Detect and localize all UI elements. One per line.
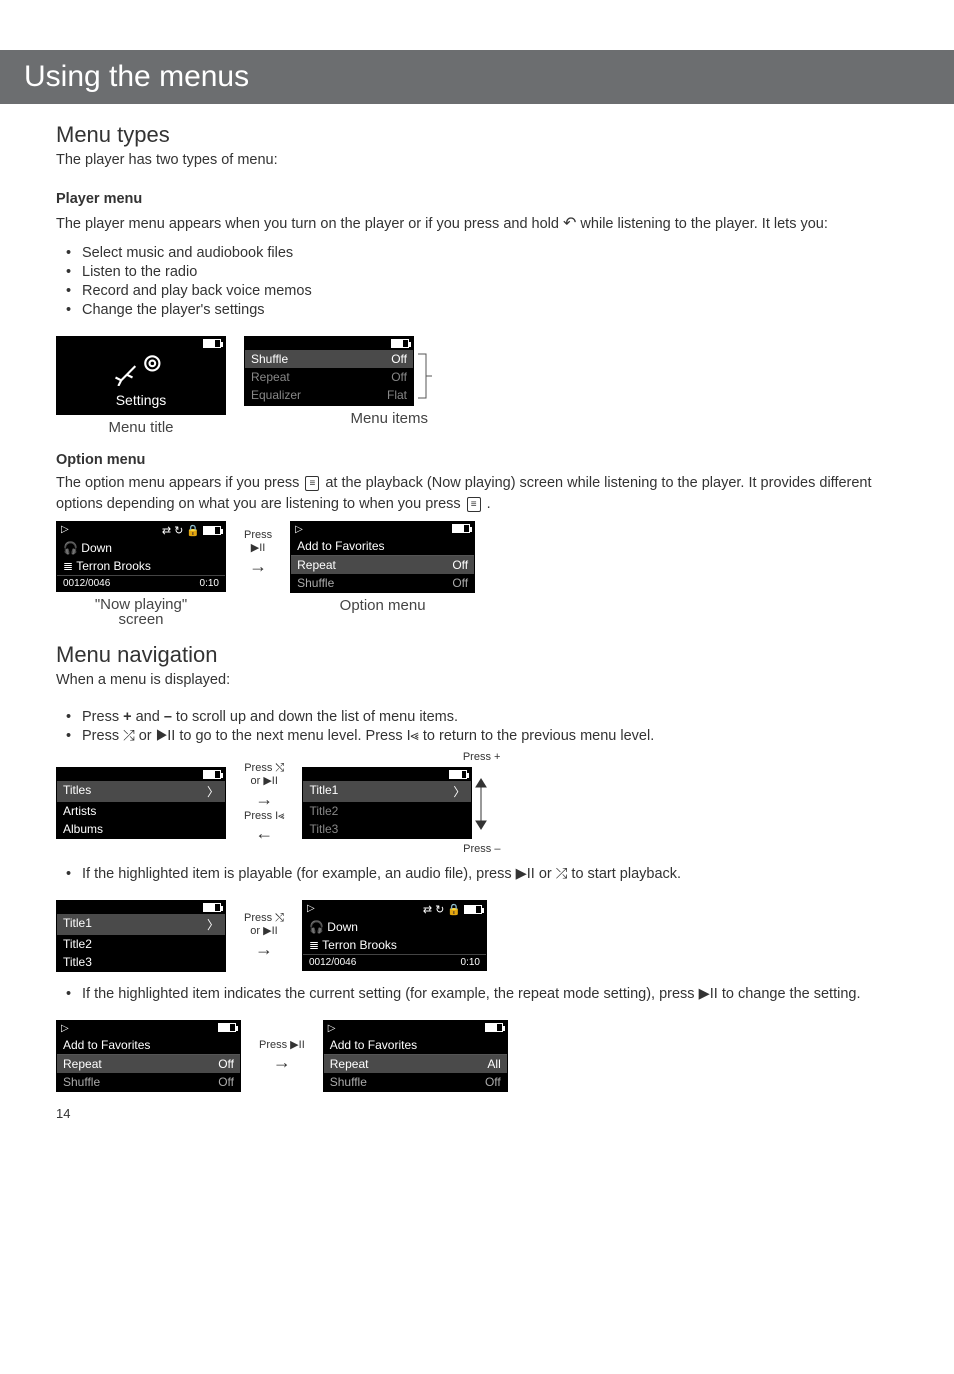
press-fwd-label2: Press ⤭or ▶II: [244, 912, 284, 938]
lcd-setting-before: ▷ Add to Favorites RepeatOff ShuffleOff: [56, 1020, 241, 1092]
player-menu-title: Player menu: [56, 189, 898, 210]
lcd-level1: Titles〉 Artists Albums: [56, 767, 226, 839]
menu-types-intro: The player has two types of menu:: [56, 150, 898, 171]
press-play-label: Press▶II: [244, 529, 272, 555]
battery-icon: [203, 770, 221, 779]
lcd-menu-items: ShuffleOff RepeatOff EqualizerFlat: [244, 336, 414, 406]
undo-icon: ↶: [563, 215, 576, 232]
option-menu-title: Option menu: [56, 450, 898, 471]
lcd-option-menu: ▷ Add to Favorites RepeatOff ShuffleOff: [290, 521, 475, 593]
updown-arrow-icon: [472, 767, 490, 837]
list-icon: ≣: [63, 559, 73, 573]
nav-bullet-2: Press ⤮ or ▶II to go to the next menu le…: [56, 728, 898, 744]
press-plus-label: Press +: [463, 751, 501, 763]
headphones-icon: 🎧: [309, 920, 324, 934]
battery-icon: [485, 1023, 503, 1032]
lcd-settings-caption: Menu title: [108, 419, 173, 436]
page-header: Using the menus: [0, 50, 954, 104]
nav-bullet-3: If the highlighted item is playable (for…: [56, 866, 898, 882]
play-pause-icon: ▶II: [156, 728, 176, 744]
lock-icon: 🔒: [186, 524, 200, 537]
arrow-right-icon: [255, 939, 273, 960]
battery-icon: [203, 903, 221, 912]
skip-back-icon: I⪡: [407, 728, 419, 744]
nav-bullet-1: Press + and – to scroll up and down the …: [56, 709, 898, 725]
lcd-now-playing: ▷ ⇄↻🔒 🎧 Down ≣ Terron Brooks 0012/00460:…: [56, 521, 226, 592]
battery-icon: [391, 339, 409, 348]
lcd-titles: Title1〉 Title2 Title3: [56, 900, 226, 972]
battery-icon: [464, 905, 482, 914]
play-outline-icon: ▷: [328, 1023, 336, 1034]
press-play-label2: Press ▶II: [259, 1039, 305, 1052]
battery-icon: [449, 770, 467, 779]
chevron-right-icon: 〉: [453, 783, 465, 800]
menu-types-heading: Menu types: [56, 122, 898, 148]
bullet-item: Record and play back voice memos: [56, 283, 898, 299]
page-number: 14: [56, 1106, 954, 1121]
play-outline-icon: ▷: [61, 524, 69, 537]
press-fwd-label: Press ⤭or ▶II: [244, 762, 284, 788]
player-menu-desc: The player menu appears when you turn on…: [56, 212, 898, 235]
player-menu-bullets: Select music and audiobook files Listen …: [56, 245, 898, 318]
menu-list-icon: ≡: [467, 497, 481, 512]
menu-nav-intro: When a menu is displayed:: [56, 670, 898, 691]
bullet-item: Listen to the radio: [56, 264, 898, 280]
repeat-icon: ↻: [435, 903, 444, 916]
menu-nav-heading: Menu navigation: [56, 642, 898, 668]
option-menu-desc: The option menu appears if you press ≡ a…: [56, 473, 898, 515]
lcd-settings: Settings: [56, 336, 226, 415]
shuffle-icon: ⇄: [423, 903, 432, 916]
play-outline-icon: ▷: [307, 903, 315, 916]
now-playing-caption2: screen: [118, 611, 163, 628]
arrow-right-icon: [273, 1052, 291, 1073]
bullet-item: Change the player's settings: [56, 302, 898, 318]
play-pause-icon: ▶II: [699, 986, 718, 1002]
lock-icon: 🔒: [447, 903, 461, 916]
bullet-item: Select music and audiobook files: [56, 245, 898, 261]
skip-fwd-icon: ⤮: [123, 728, 135, 744]
battery-icon: [218, 1023, 236, 1032]
lcd-setting-after: ▷ Add to Favorites RepeatAll ShuffleOff: [323, 1020, 508, 1092]
chevron-right-icon: 〉: [207, 783, 219, 800]
arrow-right-icon: [249, 556, 267, 577]
arrow-right-icon: [255, 789, 273, 810]
settings-graphic-icon: [57, 350, 225, 388]
arrow-left-icon: ←: [255, 823, 273, 844]
page-title: Using the menus: [24, 60, 930, 94]
play-pause-icon: ▶II: [516, 866, 535, 882]
battery-icon: [203, 526, 221, 535]
battery-icon: [452, 524, 470, 533]
lcd-settings-label: Settings: [57, 388, 225, 414]
press-back-label: Press I⪡: [244, 810, 284, 823]
nav-bullet-4: If the highlighted item indicates the cu…: [56, 986, 898, 1002]
list-icon: ≣: [309, 938, 319, 952]
option-menu-caption: Option menu: [340, 597, 426, 614]
chevron-right-icon: 〉: [207, 916, 219, 933]
play-outline-icon: ▷: [295, 524, 303, 535]
lcd-menu-items-caption: Menu items: [350, 410, 428, 427]
press-minus-label: Press –: [463, 843, 500, 855]
battery-icon: [203, 339, 221, 348]
lcd-now-playing-2: ▷ ⇄↻🔒 🎧 Down ≣ Terron Brooks 0012/00460:…: [302, 900, 487, 971]
shuffle-icon: ⇄: [162, 524, 171, 537]
play-outline-icon: ▷: [61, 1023, 69, 1034]
menu-list-icon: ≡: [305, 476, 319, 491]
bracket-icon: [414, 336, 434, 406]
lcd-level2: Title1〉 Title2 Title3: [302, 767, 472, 839]
headphones-icon: 🎧: [63, 541, 78, 555]
repeat-icon: ↻: [174, 524, 183, 537]
skip-fwd-icon: ⤮: [556, 866, 568, 882]
